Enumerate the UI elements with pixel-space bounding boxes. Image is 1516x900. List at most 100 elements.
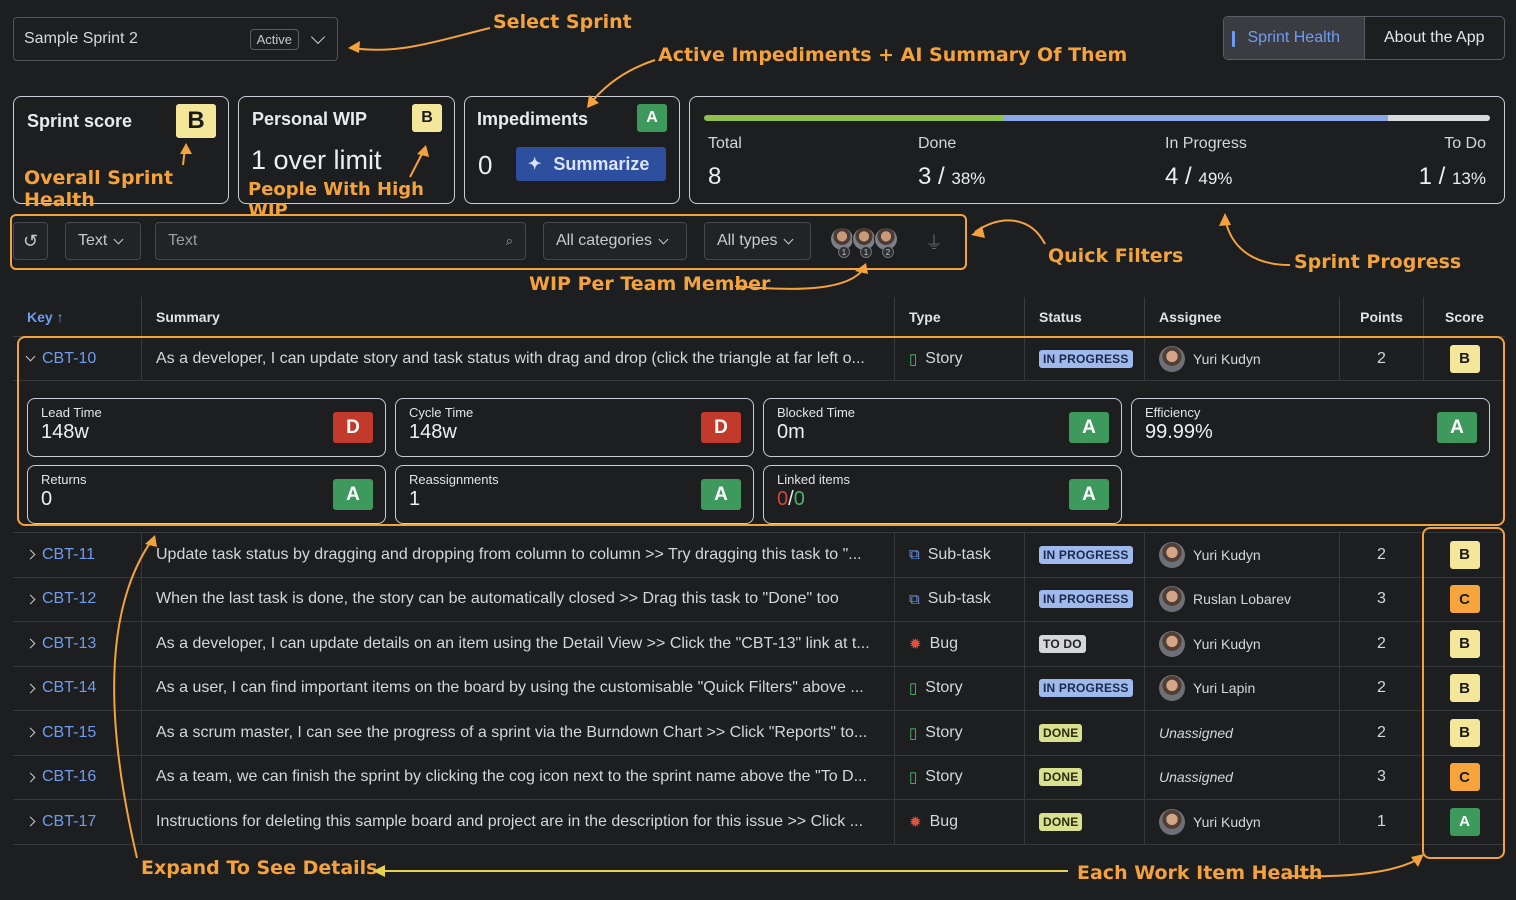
metric-label: Blocked Time — [777, 405, 856, 420]
type-cell: ⧉ Sub-task — [895, 577, 1025, 621]
points-cell: 3 — [1340, 577, 1424, 621]
points-cell: 1 — [1340, 800, 1424, 844]
chevron-right-icon[interactable] — [25, 816, 36, 827]
personal-wip-card: Personal WIP B 1 over limit People With … — [238, 96, 455, 221]
type-cell: ✹ Bug — [895, 622, 1025, 666]
tab-sprint-health[interactable]: Sprint Health — [1224, 17, 1365, 59]
metric-grade: D — [701, 412, 741, 443]
chevron-right-icon[interactable] — [25, 727, 36, 738]
progress-done-value: 3 / 38% — [918, 163, 985, 191]
metric-value: 148w — [409, 421, 457, 443]
todo-pct: 13% — [1451, 169, 1486, 188]
clear-filter-icon[interactable]: ⏚ — [925, 229, 943, 255]
avatar[interactable]: 2 — [874, 227, 898, 258]
wip-count-badge: 1 — [860, 246, 872, 258]
type-cell: ▯ Story — [895, 711, 1025, 755]
avatar[interactable]: 1 — [852, 227, 876, 258]
type-cell: ▯ Story — [895, 755, 1025, 799]
sparkle-icon: ✦ — [528, 156, 542, 173]
header-key[interactable]: Key ↑ — [13, 297, 142, 336]
metric-grade: D — [333, 412, 373, 443]
progress-inprog-label: In Progress — [1165, 135, 1247, 152]
categories-select[interactable]: All categories — [543, 222, 687, 260]
table-row[interactable]: CBT-11 Update task status by dragging and… — [13, 533, 1505, 578]
table-row[interactable]: CBT-14 As a user, I can find important it… — [13, 666, 1505, 711]
sprint-score-card: Sprint score B Overall Sprint Health — [13, 96, 229, 211]
issue-key-link[interactable]: CBT-11 — [42, 546, 95, 564]
personal-wip-grade: B — [412, 104, 442, 132]
types-label: All types — [717, 232, 778, 249]
header-points[interactable]: Points — [1340, 297, 1424, 336]
text-mode-select[interactable]: Text — [65, 222, 141, 260]
chevron-right-icon[interactable] — [25, 594, 36, 605]
progress-todo-value: 1 / 13% — [1419, 163, 1486, 191]
metric-label: Lead Time — [41, 405, 102, 420]
metric-label: Cycle Time — [409, 405, 474, 420]
reset-filters-button[interactable]: ↺ — [13, 222, 48, 260]
table-row[interactable]: CBT-15 As a scrum master, I can see the p… — [13, 711, 1505, 756]
header-summary[interactable]: Summary — [142, 297, 895, 336]
assignee-name: Yuri Kudyn — [1193, 635, 1261, 652]
table-row[interactable]: CBT-13 As a developer, I can update detai… — [13, 622, 1505, 667]
chevron-right-icon[interactable] — [25, 683, 36, 694]
header-type[interactable]: Type — [895, 297, 1025, 336]
impediments-grade: A — [637, 104, 667, 132]
points-cell: 3 — [1340, 755, 1424, 799]
header-status[interactable]: Status — [1025, 297, 1145, 336]
status-cell: DONE — [1025, 711, 1145, 755]
search-input[interactable]: Text ⌕ — [155, 222, 526, 260]
assignee-name: Yuri Kudyn — [1193, 813, 1261, 830]
status-cell: IN PROGRESS — [1025, 533, 1145, 577]
issue-key-link[interactable]: CBT-16 — [42, 768, 96, 786]
issue-key-link[interactable]: CBT-14 — [42, 679, 96, 697]
annotation-sprint-progress: Sprint Progress — [1294, 251, 1462, 273]
wip-avatars: 1 1 2 — [830, 227, 898, 258]
table-row[interactable]: CBT-12 When the last task is done, the st… — [13, 577, 1505, 622]
issue-key-link[interactable]: CBT-13 — [42, 635, 96, 653]
sprint-select[interactable]: Sample Sprint 2 Active — [13, 17, 338, 61]
sprint-progress-card: Total 8 Done 3 / 38% In Progress 4 / 49%… — [689, 96, 1505, 204]
avatar — [1159, 586, 1185, 613]
table-row[interactable]: CBT-16 As a team, we can finish the sprin… — [13, 755, 1505, 800]
type-label: Story — [925, 679, 963, 697]
table-header: Key ↑ Summary Type Status Assignee Point… — [13, 297, 1505, 337]
avatar — [1159, 675, 1185, 702]
issue-key-link[interactable]: CBT-12 — [42, 590, 96, 608]
type-cell: ⧉ Sub-task — [895, 533, 1025, 577]
header-score[interactable]: Score — [1424, 297, 1505, 336]
progress-total-label: Total — [708, 135, 742, 152]
issue-key-link[interactable]: CBT-15 — [42, 724, 96, 742]
chevron-right-icon[interactable] — [25, 772, 36, 783]
personal-wip-title: Personal WIP — [252, 109, 368, 129]
type-label: Sub-task — [927, 545, 991, 563]
header-assignee[interactable]: Assignee — [1145, 297, 1340, 336]
subtask-icon: ⧉ — [909, 546, 920, 564]
metric-label: Reassignments — [409, 472, 499, 487]
tab-about-the-app[interactable]: About the App — [1365, 17, 1505, 59]
sprint-status-badge: Active — [249, 28, 299, 50]
issue-key-link[interactable]: CBT-17 — [42, 813, 96, 831]
personal-wip-value: 1 over limit — [251, 145, 382, 175]
story-icon: ▯ — [909, 724, 918, 742]
avatar[interactable]: 1 — [830, 227, 854, 258]
chevron-right-icon[interactable] — [25, 549, 36, 560]
metric-value: 0/0 — [777, 488, 805, 511]
metric-lead-time: Lead Time 148w D — [27, 398, 386, 457]
todo-count: 1 / — [1418, 163, 1446, 190]
metric-grade: A — [1437, 412, 1477, 443]
points-cell: 2 — [1340, 711, 1424, 755]
status-cell: IN PROGRESS — [1025, 577, 1145, 621]
table-row[interactable]: CBT-17 Instructions for deleting this sam… — [13, 800, 1505, 845]
categories-label: All categories — [556, 232, 653, 249]
types-select[interactable]: All types — [704, 222, 811, 260]
metric-grade: A — [333, 479, 373, 510]
progress-in-progress-segment — [1002, 115, 1388, 121]
assignee-cell: Ruslan Lobarev — [1145, 577, 1340, 621]
metric-value: 0m — [777, 421, 805, 443]
metric-cycle-time: Cycle Time 148w D — [395, 398, 754, 457]
summarize-button[interactable]: ✦ Summarize — [516, 147, 666, 181]
chevron-right-icon[interactable] — [25, 638, 36, 649]
type-label: Bug — [929, 634, 959, 652]
assignee-name: Yuri Kudyn — [1193, 546, 1261, 563]
linked-other-count: 0 — [793, 488, 805, 510]
